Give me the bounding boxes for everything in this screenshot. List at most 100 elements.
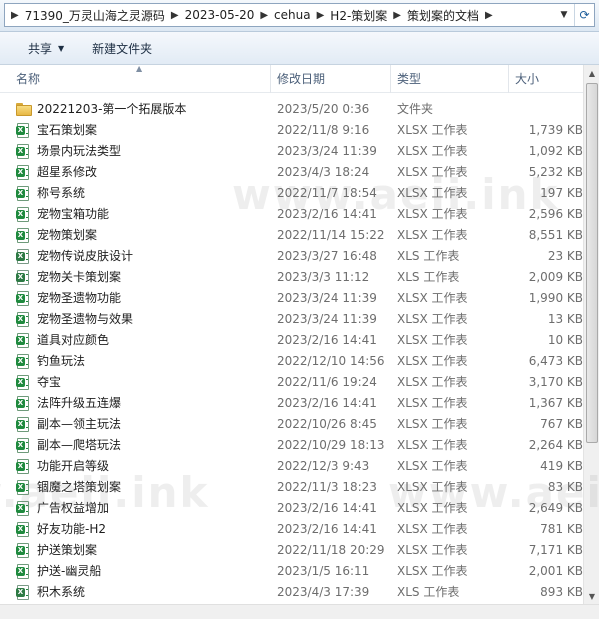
chevron-down-icon: ▼: [58, 43, 65, 53]
breadcrumb-chevron-icon[interactable]: ▶: [167, 10, 185, 21]
file-row[interactable]: X 宝石策划案 2022/11/8 9:16 XLSX 工作表 1,739 KB: [0, 120, 583, 141]
file-type: XLSX 工作表: [397, 564, 468, 578]
file-name: 副本—领主玩法: [37, 417, 122, 431]
file-type: XLSX 工作表: [397, 438, 468, 452]
file-row[interactable]: X 宠物圣遗物功能 2023/3/24 11:39 XLSX 工作表 1,990 KB: [0, 288, 583, 309]
breadcrumb-item[interactable]: cehua: [274, 8, 313, 22]
file-modified-date: 2022/11/8 9:16: [277, 123, 370, 137]
xls-file-icon: X: [16, 249, 30, 264]
xlsx-file-icon: X: [16, 207, 30, 222]
file-name: 宠物关卡策划案: [37, 270, 122, 284]
file-row[interactable]: X 钓鱼玩法 2022/12/10 14:56 XLSX 工作表 6,473 KB: [0, 351, 583, 372]
file-size: 2,001 KB: [528, 564, 583, 578]
file-row[interactable]: X 积木系统 2023/4/3 17:39 XLS 工作表 893 KB: [0, 582, 583, 603]
file-row[interactable]: X 护送-幽灵船 2023/1/5 16:11 XLSX 工作表 2,001 KB: [0, 561, 583, 582]
breadcrumb-chevron-icon[interactable]: ▶: [313, 10, 331, 21]
file-size: 3,170 KB: [528, 375, 583, 389]
file-modified-date: 2022/10/26 8:45: [277, 417, 377, 431]
file-modified-date: 2022/11/3 18:23: [277, 480, 377, 494]
file-modified-date: 2022/12/10 14:56: [277, 354, 385, 368]
file-name: 道具对应颜色: [37, 333, 110, 347]
file-row[interactable]: X 场景内玩法类型 2023/3/24 11:39 XLSX 工作表 1,092 KB: [0, 141, 583, 162]
file-modified-date: 2023/1/5 16:11: [277, 564, 370, 578]
file-size: 6,473 KB: [528, 354, 583, 368]
column-header-row: ▲ 名称 修改日期 类型 大小: [0, 65, 583, 93]
file-type: 文件夹: [397, 102, 434, 116]
share-button[interactable]: 共享 ▼: [18, 36, 74, 60]
watermark: www.aeii.ink: [388, 468, 599, 517]
new-folder-button[interactable]: 新建文件夹: [82, 36, 162, 60]
xlsx-file-icon: X: [16, 564, 30, 579]
file-type: XLSX 工作表: [397, 375, 468, 389]
file-row[interactable]: X 护送策划案 2022/11/18 20:29 XLSX 工作表 7,171 KB: [0, 540, 583, 561]
file-size: 893 KB: [540, 585, 583, 599]
file-row[interactable]: X 宠物传说皮肤设计 2023/3/27 16:48 XLS 工作表 23 KB: [0, 246, 583, 267]
file-row[interactable]: X 副本—爬塔玩法 2022/10/29 18:13 XLSX 工作表 2,264 KB: [0, 435, 583, 456]
file-modified-date: 2023/2/16 14:41: [277, 396, 377, 410]
file-modified-date: 2023/4/3 17:39: [277, 585, 370, 599]
share-button-label: 共享: [28, 41, 53, 56]
file-modified-date: 2023/2/16 14:41: [277, 501, 377, 515]
file-name: 好友功能-H2: [37, 522, 106, 536]
scroll-up-arrow-icon[interactable]: ▲: [584, 65, 599, 81]
watermark: www.aeii.ink: [0, 468, 210, 517]
xlsx-file-icon: X: [16, 333, 30, 348]
column-header-type[interactable]: 类型: [390, 65, 508, 93]
breadcrumb-chevron-icon[interactable]: ▶: [481, 10, 499, 21]
xlsx-file-icon: X: [16, 312, 30, 327]
file-modified-date: 2022/11/14 15:22: [277, 228, 385, 242]
file-row[interactable]: X 道具对应颜色 2023/2/16 14:41 XLSX 工作表 10 KB: [0, 330, 583, 351]
file-name: 法阵升级五连爆: [37, 396, 122, 410]
file-name: 宠物圣遗物与效果: [37, 312, 134, 326]
breadcrumb-item[interactable]: 策划案的文档: [407, 7, 481, 24]
column-header-name[interactable]: 名称: [10, 65, 270, 93]
breadcrumb-root-chevron-icon[interactable]: ▶: [5, 10, 25, 21]
file-type: XLSX 工作表: [397, 522, 468, 536]
address-history-dropdown-icon[interactable]: ▼: [556, 4, 572, 26]
file-row[interactable]: X 好友功能-H2 2023/2/16 14:41 XLSX 工作表 781 KB: [0, 519, 583, 540]
xls-file-icon: X: [16, 585, 30, 600]
file-size: 1,990 KB: [528, 291, 583, 305]
breadcrumb-item[interactable]: 2023-05-20: [185, 8, 257, 22]
breadcrumb-item[interactable]: 71390_万灵山海之灵源码: [25, 7, 167, 24]
xlsx-file-icon: X: [16, 291, 30, 306]
file-row[interactable]: 20221203-第一个拓展版本 2023/5/20 0:36 文件夹: [0, 99, 583, 120]
refresh-icon[interactable]: ⟳: [574, 4, 594, 26]
file-type: XLSX 工作表: [397, 396, 468, 410]
file-row[interactable]: X 宠物圣遗物与效果 2023/3/24 11:39 XLSX 工作表 13 KB: [0, 309, 583, 330]
window-bottom-edge: [0, 604, 599, 619]
scrollbar-thumb[interactable]: [586, 83, 598, 443]
file-name: 20221203-第一个拓展版本: [37, 102, 187, 116]
file-modified-date: 2023/5/20 0:36: [277, 102, 370, 116]
file-type: XLSX 工作表: [397, 312, 468, 326]
breadcrumb-item[interactable]: H2-策划案: [330, 7, 389, 24]
xlsx-file-icon: X: [16, 123, 30, 138]
file-modified-date: 2023/2/16 14:41: [277, 333, 377, 347]
file-size: 1,092 KB: [528, 144, 583, 158]
breadcrumb-chevron-icon[interactable]: ▶: [389, 10, 407, 21]
file-row[interactable]: X 副本—领主玩法 2022/10/26 8:45 XLSX 工作表 767 KB: [0, 414, 583, 435]
file-size: 13 KB: [547, 312, 583, 326]
breadcrumb-chevron-icon[interactable]: ▶: [256, 10, 274, 21]
file-row[interactable]: X 宠物策划案 2022/11/14 15:22 XLSX 工作表 8,551 KB: [0, 225, 583, 246]
address-bar-area: ▶ 71390_万灵山海之灵源码 ▶ 2023-05-20 ▶ cehua ▶ …: [0, 0, 599, 32]
vertical-scrollbar[interactable]: ▲ ▼: [583, 65, 599, 604]
file-size: 2,264 KB: [528, 438, 583, 452]
file-modified-date: 2023/3/27 16:48: [277, 249, 377, 263]
file-type: XLSX 工作表: [397, 228, 468, 242]
xlsx-file-icon: X: [16, 186, 30, 201]
column-header-date[interactable]: 修改日期: [270, 65, 390, 93]
file-name: 护送-幽灵船: [37, 564, 102, 578]
file-row[interactable]: X 夺宝 2022/11/6 19:24 XLSX 工作表 3,170 KB: [0, 372, 583, 393]
file-type: XLS 工作表: [397, 249, 460, 263]
file-modified-date: 2023/3/24 11:39: [277, 144, 377, 158]
file-row[interactable]: X 法阵升级五连爆 2023/2/16 14:41 XLSX 工作表 1,367 KB: [0, 393, 583, 414]
file-modified-date: 2022/12/3 9:43: [277, 459, 370, 473]
address-bar[interactable]: ▶ 71390_万灵山海之灵源码 ▶ 2023-05-20 ▶ cehua ▶ …: [4, 3, 595, 27]
file-size: [512, 99, 583, 120]
column-header-size[interactable]: 大小: [508, 65, 583, 93]
file-row[interactable]: X 宠物关卡策划案 2023/3/3 11:12 XLS 工作表 2,009 KB: [0, 267, 583, 288]
file-size: 767 KB: [540, 417, 583, 431]
file-name: 宝石策划案: [37, 123, 98, 137]
scroll-down-arrow-icon[interactable]: ▼: [584, 588, 599, 604]
